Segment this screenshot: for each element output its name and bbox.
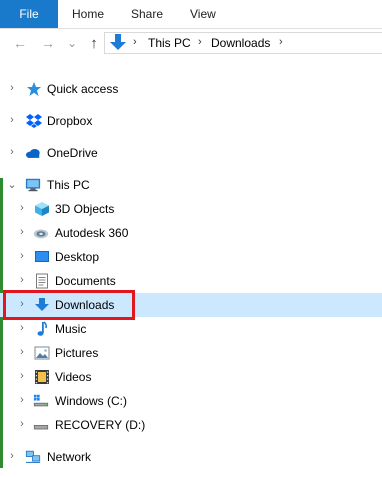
- picture-icon: [34, 346, 50, 360]
- tree-item-dropbox[interactable]: › Dropbox: [0, 109, 382, 133]
- dropbox-icon: [26, 114, 42, 128]
- forward-arrow-icon: →: [41, 35, 55, 51]
- expand-chevron-icon[interactable]: ›: [17, 202, 27, 214]
- breadcrumb-this-pc[interactable]: This PC: [148, 36, 191, 50]
- tab-view[interactable]: View: [190, 0, 216, 28]
- tree-item-label: Videos: [55, 370, 92, 384]
- expand-chevron-icon[interactable]: ›: [17, 418, 27, 430]
- up-button[interactable]: ↑: [84, 34, 104, 52]
- tree-item-label: Desktop: [55, 250, 100, 264]
- tree-item-label: RECOVERY (D:): [55, 418, 146, 432]
- tab-home[interactable]: Home: [72, 0, 104, 28]
- tree-item-label: Autodesk 360: [55, 226, 129, 240]
- drive-icon: [33, 425, 49, 430]
- back-button[interactable]: ←: [10, 34, 30, 52]
- tab-file[interactable]: File: [0, 0, 58, 28]
- computer-icon: [25, 178, 41, 192]
- tab-share[interactable]: Share: [131, 0, 163, 28]
- document-icon: [36, 273, 48, 289]
- music-note-icon: [37, 321, 48, 336]
- expand-chevron-icon[interactable]: ›: [7, 82, 17, 94]
- tree-item-autodesk-360[interactable]: › Autodesk 360: [0, 221, 382, 245]
- tree-item-network[interactable]: › Network: [0, 445, 382, 469]
- highlight-annotation: [3, 290, 135, 320]
- downloads-icon: [110, 34, 126, 50]
- autodesk-cloud-icon: [33, 229, 49, 239]
- tree-item-label: Windows (C:): [55, 394, 128, 408]
- recent-locations-button[interactable]: ⌄: [64, 34, 80, 52]
- back-arrow-icon: ←: [13, 35, 27, 51]
- expand-chevron-icon[interactable]: ›: [17, 274, 27, 286]
- star-icon: [27, 82, 41, 96]
- expand-chevron-icon[interactable]: ›: [17, 226, 27, 238]
- tree-item-label: Pictures: [55, 346, 99, 360]
- chevron-down-icon: ⌄: [66, 36, 78, 50]
- network-icon: [25, 450, 41, 463]
- tree-item-onedrive[interactable]: › OneDrive: [0, 141, 382, 165]
- breadcrumb-separator[interactable]: ›: [279, 36, 283, 48]
- forward-button[interactable]: →: [38, 34, 58, 52]
- up-arrow-icon: ↑: [90, 34, 98, 52]
- tree-item-label: 3D Objects: [55, 202, 115, 216]
- ribbon-divider: [0, 28, 382, 29]
- expand-chevron-icon[interactable]: ›: [17, 322, 27, 334]
- tree-item-music[interactable]: › Music: [0, 317, 382, 341]
- expand-chevron-icon[interactable]: ›: [17, 394, 27, 406]
- tree-item-label: This PC: [47, 178, 90, 192]
- breadcrumb-separator[interactable]: ›: [133, 36, 137, 48]
- expand-chevron-icon[interactable]: ›: [7, 146, 17, 158]
- expand-chevron-icon[interactable]: ›: [17, 370, 27, 382]
- film-icon: [35, 370, 49, 384]
- breadcrumb-separator[interactable]: ›: [198, 36, 202, 48]
- expand-chevron-icon[interactable]: ›: [17, 250, 27, 262]
- tree-item-label: Music: [55, 322, 87, 336]
- expand-chevron-icon[interactable]: ›: [7, 450, 17, 462]
- expand-chevron-icon[interactable]: ›: [17, 346, 27, 358]
- tree-item-quick-access[interactable]: › Quick access: [0, 77, 382, 101]
- tree-item-recovery-d[interactable]: › RECOVERY (D:): [0, 413, 382, 437]
- tree-item-this-pc[interactable]: ⌄ This PC: [0, 173, 382, 197]
- breadcrumb-downloads[interactable]: Downloads: [211, 36, 270, 50]
- ribbon: File Home Share View: [0, 0, 382, 28]
- tree-item-videos[interactable]: › Videos: [0, 365, 382, 389]
- tree-item-label: Quick access: [47, 82, 119, 96]
- collapse-chevron-icon[interactable]: ⌄: [7, 178, 17, 191]
- cube-icon: [35, 202, 49, 216]
- tree-item-pictures[interactable]: › Pictures: [0, 341, 382, 365]
- tree-item-label: Dropbox: [47, 114, 93, 128]
- tree-item-3d-objects[interactable]: › 3D Objects: [0, 197, 382, 221]
- tree-item-windows-c[interactable]: › Windows (C:): [0, 389, 382, 413]
- expand-chevron-icon[interactable]: ›: [7, 114, 17, 126]
- desktop-icon: [35, 251, 49, 262]
- tree-item-label: Network: [47, 450, 92, 464]
- tree-item-label: Documents: [55, 274, 116, 288]
- tree-item-label: OneDrive: [47, 146, 98, 160]
- cloud-icon: [25, 149, 40, 158]
- tree-item-desktop[interactable]: › Desktop: [0, 245, 382, 269]
- system-drive-icon: [33, 394, 49, 407]
